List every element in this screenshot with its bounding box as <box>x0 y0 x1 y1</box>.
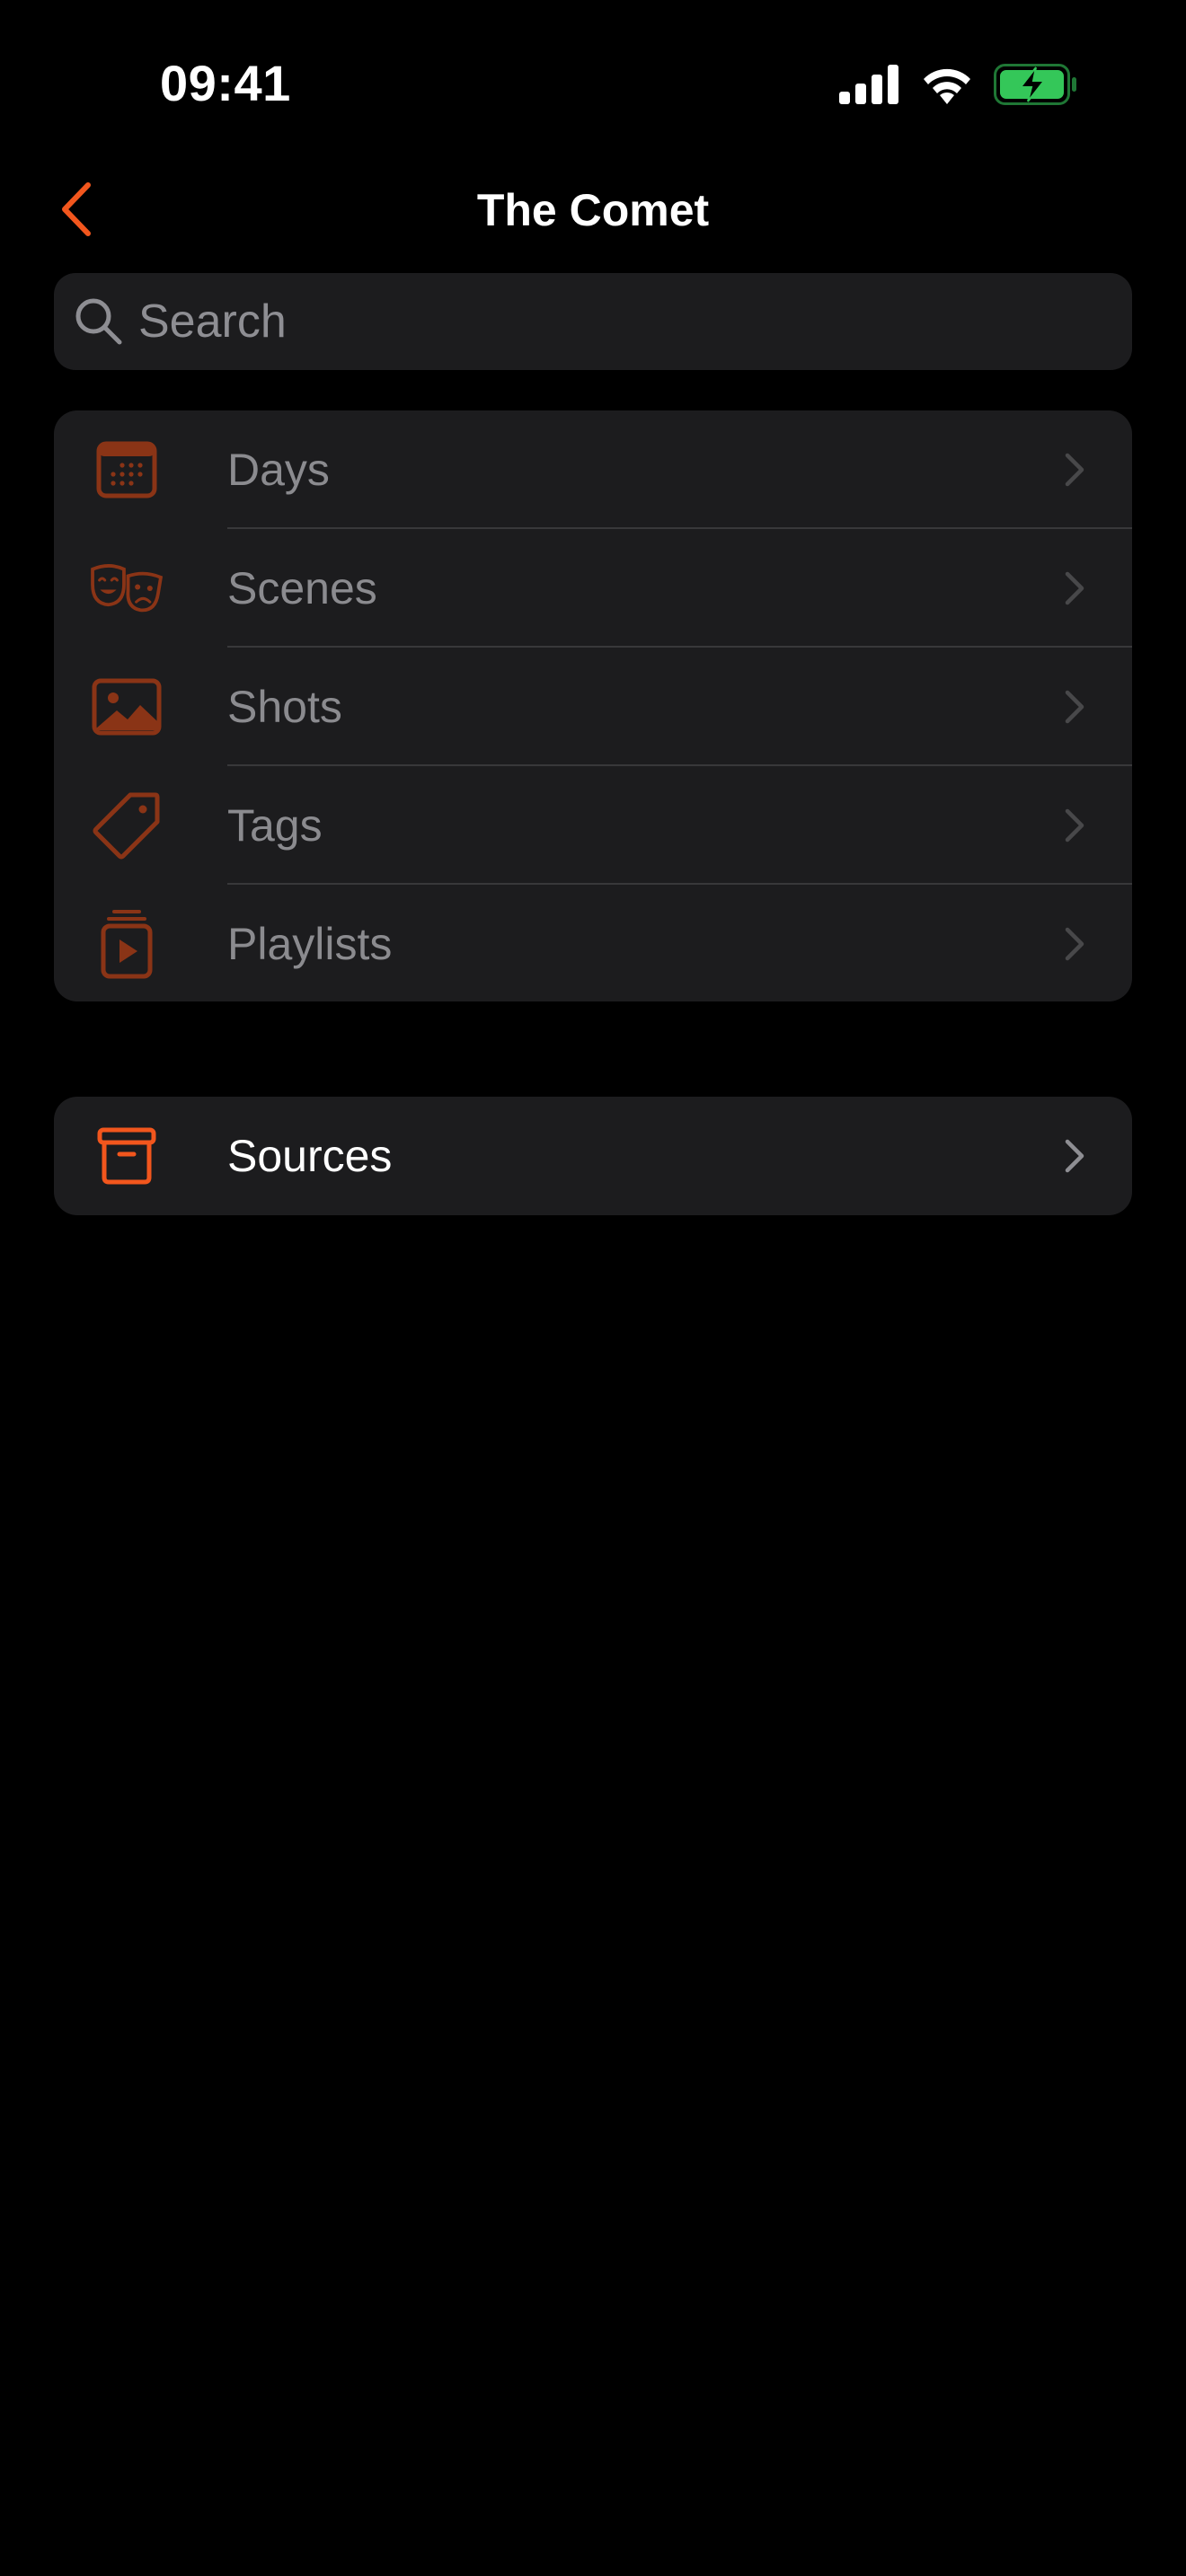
list-item-label: Tags <box>227 800 323 851</box>
chevron-right-icon <box>1064 452 1085 488</box>
theater-masks-icon <box>90 552 164 624</box>
list-item-days[interactable]: Days <box>54 410 1132 529</box>
list-item-label: Days <box>227 445 330 495</box>
battery-charging-icon <box>994 63 1078 110</box>
list-item-label: Playlists <box>227 919 393 969</box>
calendar-icon <box>90 434 164 506</box>
playlist-icon <box>90 908 164 980</box>
status-icons <box>839 63 1078 110</box>
photo-icon <box>90 671 164 743</box>
chevron-right-icon <box>1064 570 1085 606</box>
list-item-tags[interactable]: Tags <box>54 766 1132 885</box>
archive-box-icon <box>90 1120 164 1192</box>
status-time: 09:41 <box>160 55 291 111</box>
list-item-scenes[interactable]: Scenes <box>54 529 1132 648</box>
list-item-playlists[interactable]: Playlists <box>54 885 1132 1001</box>
list-item-shots[interactable]: Shots <box>54 648 1132 766</box>
chevron-right-icon <box>1064 926 1085 962</box>
list-item-label: Sources <box>227 1131 393 1181</box>
sources-list: Sources <box>54 1097 1132 1215</box>
wifi-icon <box>920 65 974 109</box>
chevron-right-icon <box>1064 1138 1085 1174</box>
search-field[interactable] <box>54 273 1132 370</box>
chevron-right-icon <box>1064 807 1085 843</box>
library-list: Days Scenes Shots Tags Playlists <box>54 410 1132 1001</box>
page-title: The Comet <box>476 185 710 235</box>
cellular-signal-icon <box>839 64 900 109</box>
chevron-right-icon <box>1064 689 1085 725</box>
list-item-sources[interactable]: Sources <box>54 1097 1132 1215</box>
status-bar: 09:41 <box>0 0 1186 171</box>
list-item-label: Scenes <box>227 563 377 613</box>
search-input[interactable] <box>138 273 1109 370</box>
search-icon <box>74 296 124 347</box>
tag-icon <box>90 790 164 861</box>
list-item-label: Shots <box>227 682 342 732</box>
